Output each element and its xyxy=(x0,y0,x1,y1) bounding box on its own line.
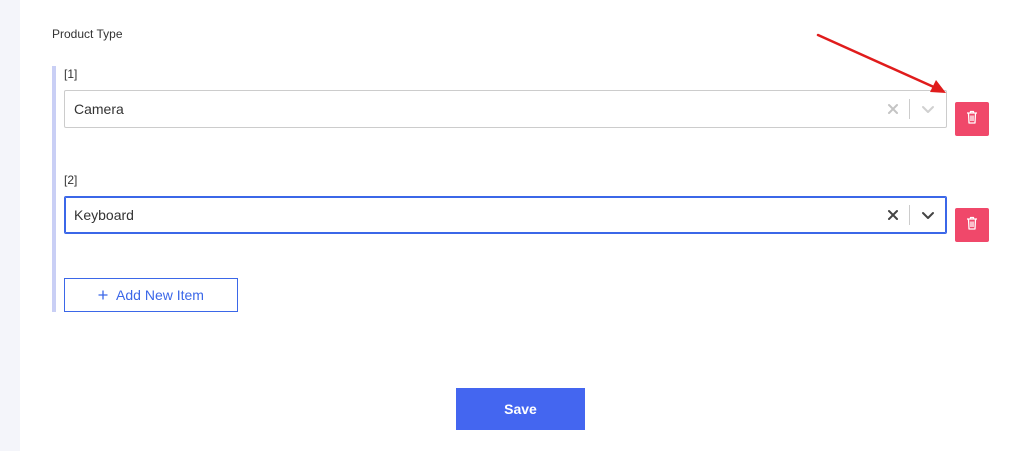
annotation-arrow xyxy=(816,33,946,93)
